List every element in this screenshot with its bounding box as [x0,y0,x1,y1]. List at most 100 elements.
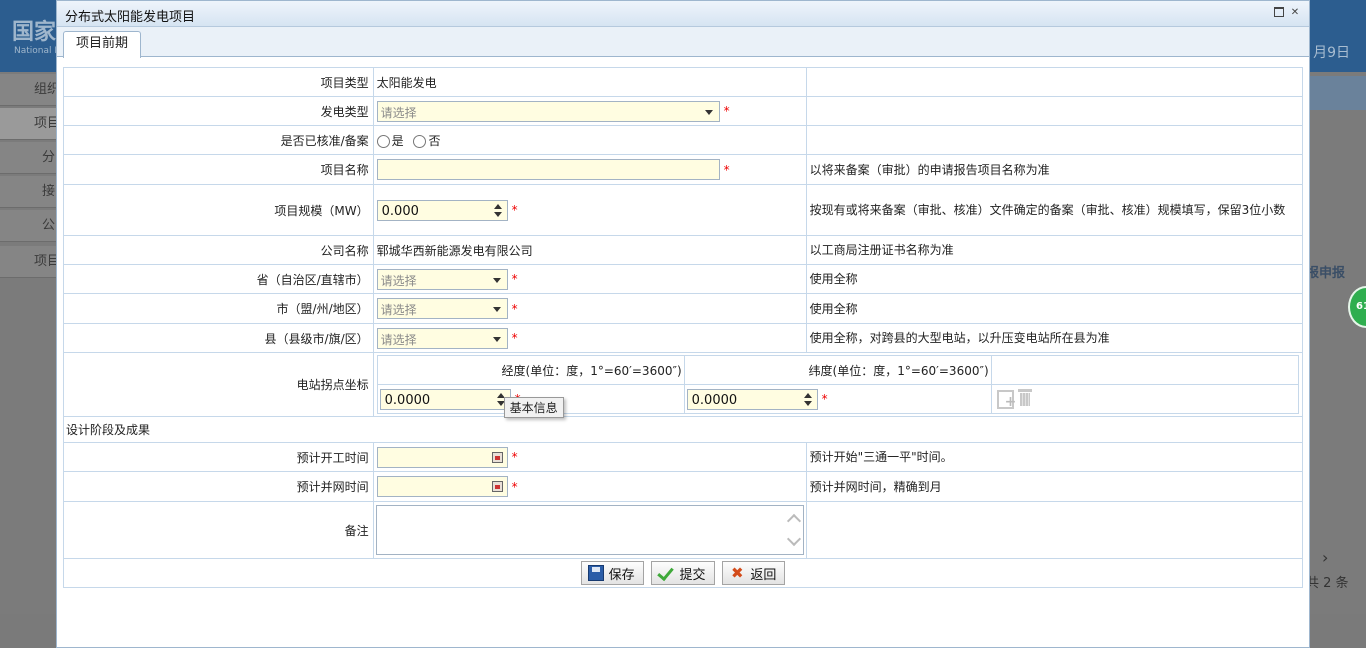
gen-type-label: 发电类型 [63,96,374,126]
form-note [805,501,1304,559]
city-note: 使用全称 [805,293,1304,324]
tooltip: 基本信息 [503,397,564,418]
chevron-down-icon[interactable] [492,336,501,342]
approved-no-option[interactable]: 否 [413,133,441,148]
project-name-label: 项目名称 [63,154,374,185]
required-mark: * [511,272,518,286]
save-icon [587,565,604,581]
dialog-title: 分布式太阳能发电项目 [65,10,196,25]
province-note: 使用全称 [805,264,1304,294]
form-row: 项目类型 太阳能发电 [63,67,1304,97]
required-mark: * [511,203,518,217]
maximize-icon[interactable] [1273,7,1285,19]
lng-header: 经度(单位：度，1°=60′=3600″) [376,355,685,385]
form-note [805,96,1304,126]
sidebar-item-project[interactable]: 项目 [0,108,56,140]
sidebar-item-org[interactable]: 组织 [0,74,56,106]
approved-yes-option[interactable]: 是 [376,133,404,148]
form-row: 电站拐点坐标 经度(单位：度，1°=60′=3600″) 纬度(单位：度，1°=… [63,352,1304,418]
required-mark: * [723,104,730,118]
scroll-down-icon[interactable] [786,531,801,547]
tab-pre-project[interactable]: 项目前期 [63,31,142,58]
form-row: 预计并网时间 * 预计并网时间，精确到月 [63,471,1304,502]
calendar-icon[interactable] [491,481,503,492]
form-row: 县（县级市/旗/区） 请选择 * 使用全称，对跨县的大型电站，以升压变电站所在县… [63,323,1304,353]
form-row: 项目规模（MW） 0.000 * 按现有或将来备案（审批、核准）文件确定的备案（… [63,184,1304,236]
form-row: 公司名称 郓城华西新能源发电有限公司 以工商局注册证书名称为准 [63,235,1304,265]
form-row: 市（盟/州/地区） 请选择 * 使用全称 [63,293,1304,324]
approved-no-label: 否 [428,133,441,148]
scale-value: 0.000 [381,203,419,219]
form-row: 发电类型 请选择 * [63,96,1304,126]
sidebar-item-project2[interactable]: 项目 [0,246,56,278]
company-note: 以工商局注册证书名称为准 [805,235,1304,265]
approved-label: 是否已核准/备案 [63,125,374,155]
scale-label: 项目规模（MW） [63,184,374,236]
grid-date-input[interactable] [376,476,508,497]
form-actions-row: 保存 提交 ✖ 返回 [63,558,1303,588]
grid-date-note: 预计并网时间，精确到月 [805,471,1304,502]
spinner-arrows-icon[interactable] [803,392,812,407]
form-row: 备注 [63,501,1304,559]
province-label: 省（自治区/直辖市） [63,264,374,294]
city-placeholder: 请选择 [380,303,417,317]
trash-icon[interactable] [1017,388,1033,408]
scale-spinner[interactable]: 0.000 [376,199,508,221]
chevron-down-icon[interactable] [492,307,501,312]
sidebar-item-connect[interactable]: 接 [0,176,56,208]
gen-type-select[interactable]: 请选择 [376,100,720,122]
save-button[interactable]: 保存 [580,561,644,585]
grid-date-label: 预计并网时间 [63,471,374,502]
required-mark: * [511,450,518,464]
start-date-input[interactable] [376,446,508,468]
project-type-value: 太阳能发电 [372,67,807,97]
required-mark: * [511,301,518,316]
approved-yes-label: 是 [391,133,404,148]
add-row-icon[interactable] [996,388,1016,410]
lng-spinner[interactable]: 0.0000 [379,388,511,410]
city-label: 市（盟/州/地区） [63,293,374,324]
sidebar-item-public[interactable]: 公 [0,210,56,242]
form-row: 省（自治区/直辖市） 请选择 * 使用全称 [63,264,1304,294]
app-logo-subtitle: National R [14,46,61,56]
province-select[interactable]: 请选择 [376,268,508,290]
remark-textarea[interactable] [375,505,804,555]
gen-type-placeholder: 请选择 [380,105,417,120]
pagination-total: 共 2 条 [1306,576,1349,591]
form-row: 设计阶段及成果 [63,416,1303,443]
calendar-icon[interactable] [491,451,503,463]
lng-value: 0.0000 [384,392,431,408]
spinner-arrows-icon[interactable] [493,203,502,218]
lat-value: 0.0000 [691,392,738,408]
close-icon[interactable]: ✕ [1289,7,1301,19]
project-dialog: 分布式太阳能发电项目 ✕ 项目前期 项目类型 太阳能发电 发电类型 请选择 * [56,0,1310,648]
right-panel-report-link[interactable]: 报申报 [1306,262,1345,281]
app-right-panel [1310,72,1366,648]
project-form: 项目类型 太阳能发电 发电类型 请选择 * 是否已核准/备案 是 否 项目名称 … [63,67,1304,588]
chevron-down-icon[interactable] [492,277,501,283]
form-row: 预计开工时间 * 预计开始"三通一平"时间。 [63,442,1304,472]
design-section-heading: 设计阶段及成果 [63,416,1303,443]
coords-label: 电站拐点坐标 [63,352,374,417]
pagination-next-icon[interactable]: › [1322,548,1328,567]
project-name-note: 以将来备案（审批）的申请报告项目名称为准 [805,154,1304,185]
province-placeholder: 请选择 [380,273,417,288]
dialog-titlebar[interactable]: 分布式太阳能发电项目 ✕ [57,1,1309,27]
required-mark: * [821,392,828,406]
lat-header: 纬度(单位：度，1°=60′=3600″) [683,355,992,385]
chevron-down-icon[interactable] [704,109,713,115]
city-select[interactable]: 请选择 [376,298,508,319]
project-name-input[interactable] [376,159,720,180]
county-select[interactable]: 请选择 [376,327,508,349]
radio-no[interactable] [413,134,427,148]
remark-label: 备注 [63,501,374,559]
form-note [805,125,1304,155]
lat-spinner[interactable]: 0.0000 [686,388,818,410]
back-button[interactable]: ✖ 返回 [722,561,786,585]
submit-button[interactable]: 提交 [651,561,715,585]
scroll-up-icon[interactable] [786,513,801,529]
radio-yes[interactable] [376,134,390,148]
dialog-tabs: 项目前期 [57,27,1309,58]
right-panel-bar [1310,76,1366,110]
sidebar-item-dist[interactable]: 分 [0,142,56,174]
